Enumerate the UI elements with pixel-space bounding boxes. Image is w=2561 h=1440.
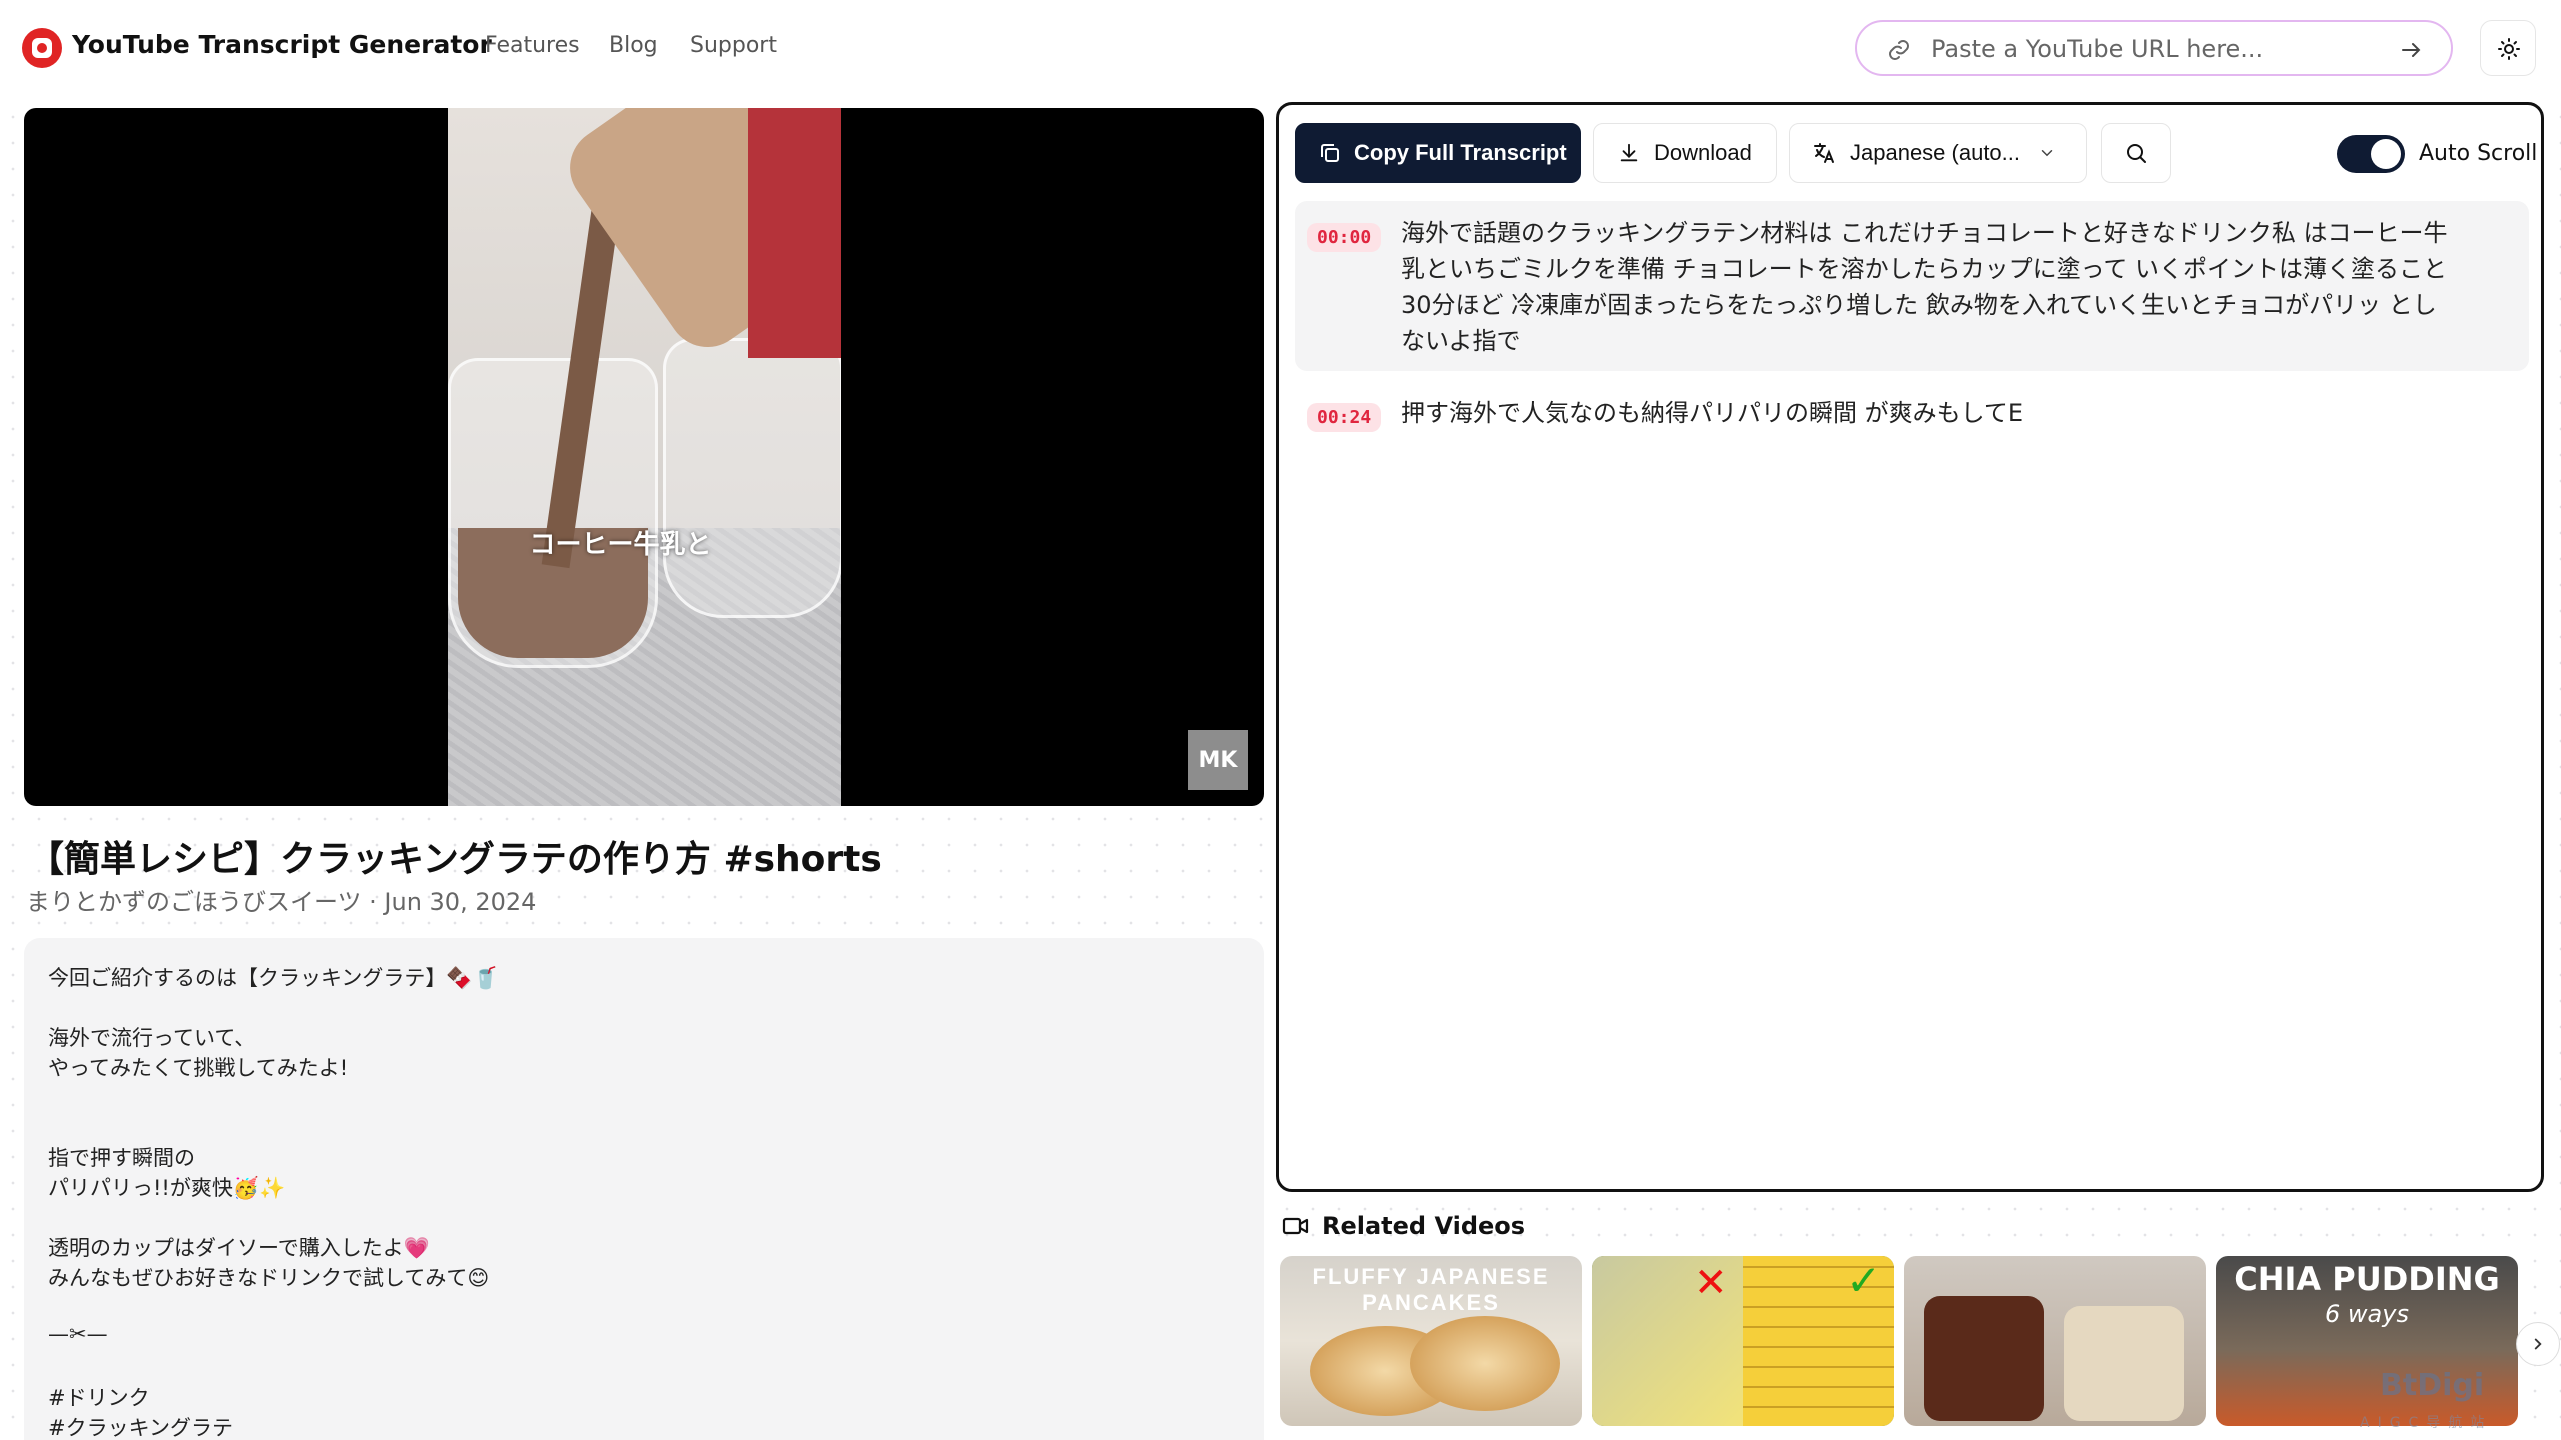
arrow-right-icon[interactable] (2399, 38, 2423, 62)
app-title[interactable]: YouTube Transcript Generator (72, 30, 492, 59)
thumbnail-title: FLUFFY JAPANESE PANCAKES (1312, 1264, 1550, 1315)
segment-timestamp[interactable]: 00:00 (1307, 223, 1382, 252)
segment-timestamp[interactable]: 00:24 (1307, 403, 1382, 432)
carousel-next-button[interactable] (2516, 1322, 2560, 1366)
top-header: YouTube Transcript Generator Features Bl… (0, 0, 2561, 96)
description-line: 今回ご紹介するのは【クラッキングラテ】🍫🥤 (48, 966, 499, 990)
segment-text-line[interactable]: 押す海外で人気なのも納得パリパリの瞬間 が爽みもしてE (1401, 395, 2023, 431)
nav-features[interactable]: Features (485, 33, 580, 58)
video-player[interactable] (24, 108, 1264, 806)
video-camera-icon (1282, 1217, 1309, 1235)
logo-icon (22, 28, 62, 68)
corner-watermark-text: BtDigi (2380, 1368, 2485, 1403)
related-videos-heading: Related Videos (1282, 1212, 1525, 1240)
copy-icon (1321, 144, 1339, 162)
description-line: —✂— (48, 1322, 108, 1346)
segment-text-line: 30分ほど 冷凍庫が固まったらをたっぷり増した 飲み物を入れていく生いとチョコが… (1401, 291, 2437, 319)
corner-watermark-logo: BtDigi AIGC导航站 (2300, 1368, 2540, 1436)
video-frame (448, 108, 841, 806)
theme-toggle-button[interactable] (2480, 20, 2536, 76)
description-line: 指で押す瞬間の (48, 1146, 195, 1170)
copy-transcript-button[interactable]: Copy Full Transcript (1295, 123, 1581, 183)
video-description: 今回ご紹介するのは【クラッキングラテ】🍫🥤 海外で流行っていて、 やってみたくて… (24, 938, 1264, 1440)
segment-text-line: 乳といちごミルクを準備 チョコレートを溶かしたらカップに塗って いくポイントは薄… (1401, 255, 2448, 283)
chevron-right-icon (2534, 1338, 2542, 1350)
auto-scroll-toggle[interactable] (2337, 135, 2405, 173)
language-select[interactable]: Japanese (auto... (1789, 123, 2087, 183)
description-line: 海外で流行っていて、 (48, 1026, 256, 1050)
copy-transcript-label: Copy Full Transcript (1354, 140, 1567, 165)
description-line: みんなもぜひお好きなドリンクで試してみて😊 (48, 1266, 490, 1290)
related-videos-label: Related Videos (1322, 1212, 1526, 1240)
language-label: Japanese (auto... (1850, 140, 2021, 165)
translate-icon (1814, 143, 1834, 163)
download-icon (1620, 143, 1638, 162)
description-line: パリパリっ!!が爽快🥳✨ (48, 1176, 286, 1200)
nav-support[interactable]: Support (690, 33, 777, 58)
auto-scroll-label: Auto Scroll (2419, 141, 2538, 166)
video-title: 【簡単レシピ】クラッキングラテの作り方 #shorts (28, 839, 882, 880)
download-label: Download (1654, 140, 1752, 165)
video-subtitle-overlay: コーヒー牛乳と (529, 530, 712, 560)
description-line: 透明のカップはダイソーで購入したよ💗 (48, 1236, 430, 1260)
nav-blog[interactable]: Blog (609, 33, 658, 58)
description-line: #クラッキングラテ (48, 1416, 233, 1440)
thumbnail-title: CHIA PUDDING (2234, 1260, 2500, 1298)
x-mark-icon: ✕ (1694, 1260, 1728, 1306)
description-line: やってみたくて挑戦してみたよ! (48, 1056, 349, 1080)
corner-watermark-sub: AIGC导航站 (2360, 1415, 2493, 1431)
description-line: #ドリンク (48, 1386, 150, 1410)
thumbnail-subtitle: 6 ways (2325, 1300, 2409, 1328)
check-mark-icon: ✓ (1846, 1256, 1882, 1305)
url-search-box (1855, 20, 2453, 76)
search-icon (2127, 144, 2146, 163)
search-transcript-button[interactable] (2101, 123, 2171, 183)
video-meta: まりとかずのごほうびスイーツ · Jun 30, 2024 (26, 888, 537, 916)
channel-watermark[interactable]: MK (1188, 730, 1248, 790)
segment-text-line: ないよ指で (1401, 327, 1521, 355)
sun-icon (2498, 38, 2520, 60)
link-icon (1889, 40, 1909, 60)
related-video-thumbnail[interactable]: ✕ ✓ (1592, 1256, 1894, 1426)
transcript-panel: Copy Full Transcript Download Japanese (… (1276, 102, 2544, 1192)
segment-text-line: 海外で話題のクラッキングラテン材料は これだけチョコレートと好きなドリンク私 は… (1401, 219, 2448, 247)
related-video-thumbnail[interactable] (1904, 1256, 2206, 1426)
url-input[interactable] (1931, 30, 2371, 68)
chevron-down-icon (2041, 150, 2053, 157)
related-video-thumbnail[interactable]: FLUFFY JAPANESE PANCAKES (1280, 1256, 1582, 1426)
download-button[interactable]: Download (1593, 123, 1777, 183)
